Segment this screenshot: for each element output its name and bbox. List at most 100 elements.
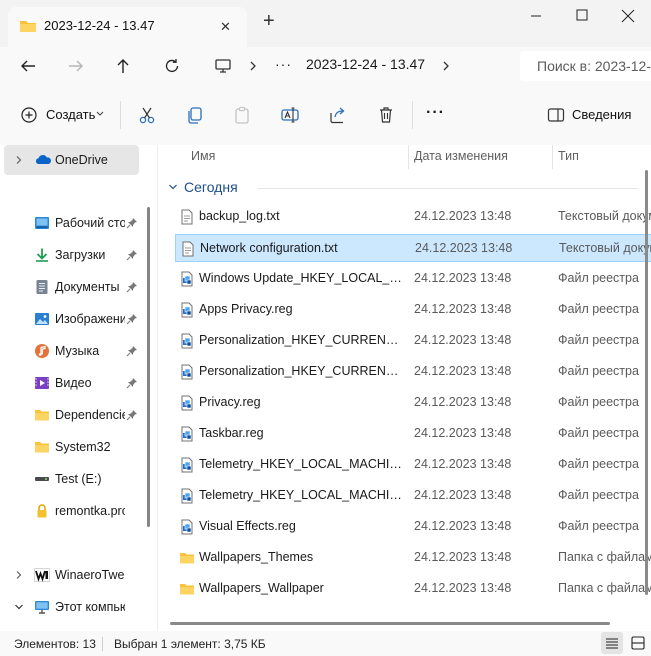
- nav-item-system32[interactable]: System32: [4, 432, 139, 462]
- navigation-scrollbar[interactable]: [147, 207, 150, 527]
- group-divider: [258, 188, 638, 189]
- pin-icon: [126, 313, 138, 325]
- registry-file-icon: [179, 519, 195, 535]
- maximize-button[interactable]: [559, 0, 605, 32]
- file-row[interactable]: Telemetry_HKEY_LOCAL_MACHINE_SYSTEM 24.12…: [175, 482, 651, 510]
- pictures-icon: [34, 311, 50, 327]
- computer-icon[interactable]: [214, 57, 232, 75]
- tab-current-folder[interactable]: 2023-12-24 - 13.47 ✕: [8, 7, 247, 47]
- details-pane-button[interactable]: Сведения: [541, 103, 641, 127]
- nav-label: Видео: [55, 376, 92, 390]
- tab-title: 2023-12-24 - 13.47: [44, 18, 155, 33]
- file-date: 24.12.2023 13:48: [414, 271, 512, 285]
- registry-file-icon: [179, 271, 195, 287]
- details-view-button[interactable]: [601, 632, 623, 654]
- file-row[interactable]: backup_log.txt 24.12.2023 13:48 Текстовый …: [175, 203, 651, 231]
- back-arrow-icon[interactable]: [19, 57, 37, 75]
- file-row[interactable]: Personalization_HKEY_CURRENT_USER 24.12.2…: [175, 327, 651, 355]
- column-header-type[interactable]: Тип: [558, 149, 579, 163]
- column-header-name[interactable]: Имя: [191, 149, 215, 163]
- more-options-button[interactable]: ···: [426, 104, 445, 122]
- file-row[interactable]: Telemetry_HKEY_LOCAL_MACHINE_SOFTWARE 24.…: [175, 451, 651, 479]
- file-row[interactable]: Apps Privacy.reg 24.12.2023 13:48 Файл рее…: [175, 296, 651, 324]
- create-button[interactable]: Создать: [14, 103, 112, 127]
- nav-label: Test (E:): [55, 472, 102, 486]
- chevron-down-icon[interactable]: [14, 602, 24, 612]
- nav-label: Изображения: [55, 312, 125, 326]
- file-row[interactable]: Wallpapers_Wallpaper 24.12.2023 13:48 Папк…: [175, 575, 651, 603]
- file-name: Privacy.reg: [199, 395, 261, 409]
- share-icon[interactable]: [328, 105, 348, 125]
- file-type: Файл реестра: [558, 488, 639, 502]
- nav-item-drive-e[interactable]: Test (E:): [4, 464, 139, 494]
- forward-arrow-icon[interactable]: [67, 57, 85, 75]
- breadcrumb-overflow-button[interactable]: ···: [275, 56, 292, 72]
- nav-item-onedrive[interactable]: OneDrive: [4, 145, 139, 175]
- copy-icon[interactable]: [185, 105, 205, 125]
- nav-item-documents[interactable]: Документы: [4, 272, 139, 302]
- file-name: Personalization_HKEY_CURRENT_USER: [199, 333, 404, 347]
- chevron-right-icon[interactable]: [14, 570, 24, 580]
- tiles-view-button[interactable]: [627, 632, 649, 654]
- nav-label: Рабочий стол: [55, 216, 125, 230]
- nav-item-videos[interactable]: Видео: [4, 368, 139, 398]
- cut-icon[interactable]: [137, 105, 157, 125]
- pin-icon: [126, 249, 138, 261]
- file-row[interactable]: Network configuration.txt 24.12.2023 13:4…: [175, 234, 651, 262]
- minimize-button[interactable]: [513, 0, 559, 32]
- chevron-right-icon[interactable]: [441, 60, 451, 72]
- music-icon: [34, 343, 50, 359]
- chevron-right-icon[interactable]: [14, 155, 24, 165]
- nav-label: Этот компьютер: [55, 600, 125, 614]
- group-header-today[interactable]: Сегодня: [168, 179, 238, 195]
- nav-item-pictures[interactable]: Изображения: [4, 304, 139, 334]
- trash-icon[interactable]: [376, 105, 396, 125]
- rename-icon[interactable]: [280, 105, 300, 125]
- nav-label: Музыка: [55, 344, 100, 358]
- file-row[interactable]: Personalization_HKEY_CURRENT_USER 24.12.2…: [175, 358, 651, 386]
- refresh-icon[interactable]: [163, 57, 181, 75]
- horizontal-scrollbar[interactable]: [170, 622, 610, 625]
- file-row[interactable]: Visual Effects.reg 24.12.2023 13:48 Файл р…: [175, 513, 651, 541]
- address-row: ··· 2023-12-24 - 13.47 Поиск в: 2023-12-…: [0, 47, 651, 85]
- file-row[interactable]: Privacy.reg 24.12.2023 13:48 Файл реестра: [175, 389, 651, 417]
- file-row[interactable]: Taskbar.reg 24.12.2023 13:48 Файл реестра: [175, 420, 651, 448]
- item-count: Элементов: 13: [14, 637, 96, 651]
- file-date: 24.12.2023 13:48: [414, 581, 512, 595]
- chevron-right-icon[interactable]: [248, 60, 258, 72]
- file-date: 24.12.2023 13:48: [414, 364, 512, 378]
- column-header-date[interactable]: Дата изменения: [414, 149, 508, 163]
- file-type: Файл реестра: [558, 395, 639, 409]
- column-divider[interactable]: [552, 145, 553, 169]
- new-tab-button[interactable]: +: [263, 11, 275, 31]
- column-divider[interactable]: [408, 145, 409, 169]
- up-arrow-icon[interactable]: [114, 57, 132, 75]
- close-window-button[interactable]: [605, 0, 651, 32]
- file-type: Папка с файлами: [558, 550, 651, 564]
- nav-item-desktop[interactable]: Рабочий стол: [4, 208, 139, 238]
- documents-icon: [34, 279, 50, 295]
- file-row[interactable]: Wallpapers_Themes 24.12.2023 13:48 Папка с…: [175, 544, 651, 572]
- vertical-scrollbar[interactable]: [645, 170, 648, 595]
- nav-item-remontka[interactable]: remontka.pro: [4, 496, 139, 526]
- search-box[interactable]: Поиск в: 2023-12-24 - 13.47: [520, 51, 651, 81]
- file-type: Текстовый документ: [559, 241, 651, 255]
- registry-file-icon: [179, 395, 195, 411]
- downloads-icon: [34, 247, 50, 263]
- nav-item-this-pc[interactable]: Этот компьютер: [4, 592, 139, 622]
- lock-icon: [34, 503, 50, 519]
- nav-item-downloads[interactable]: Загрузки: [4, 240, 139, 270]
- selection-info: Выбран 1 элемент: 3,75 КБ: [114, 637, 266, 651]
- nav-item-dependencies[interactable]: Dependencies: [4, 400, 139, 430]
- nav-item-winaero[interactable]: WinaeroTweaker: [4, 560, 139, 590]
- registry-file-icon: [179, 457, 195, 473]
- details-view-icon: [605, 636, 619, 650]
- paste-icon[interactable]: [232, 105, 252, 125]
- file-row[interactable]: Windows Update_HKEY_LOCAL_MACHINE 24.12.2…: [175, 265, 651, 293]
- breadcrumb-current[interactable]: 2023-12-24 - 13.47: [306, 56, 425, 72]
- file-type: Папка с файлами: [558, 581, 651, 595]
- nav-item-music[interactable]: Музыка: [4, 336, 139, 366]
- text-file-icon: [179, 209, 195, 225]
- file-date: 24.12.2023 13:48: [414, 209, 512, 223]
- close-tab-icon[interactable]: ✕: [220, 19, 231, 35]
